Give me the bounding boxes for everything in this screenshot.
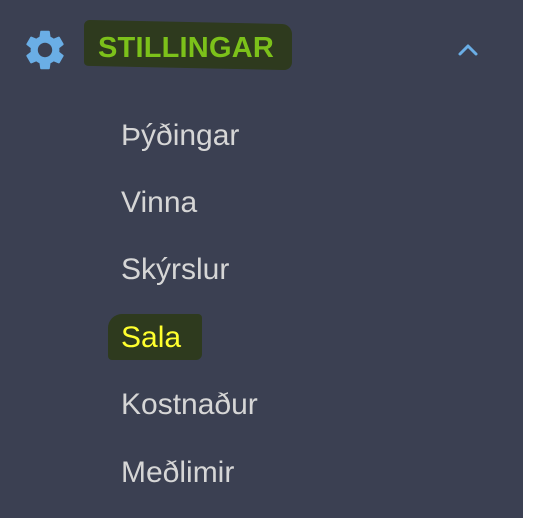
menu-item-label: Skýrslur <box>121 253 230 286</box>
menu-item-label: Vinna <box>121 186 198 219</box>
menu-item-label: Þýðingar <box>121 119 240 152</box>
menu-item-medlimir[interactable]: Meðlimir <box>0 443 523 503</box>
menu-item-label: Meðlimir <box>121 456 235 489</box>
page-background-edge <box>0 518 523 526</box>
menu-item-vinna[interactable]: Vinna <box>0 173 523 233</box>
page-background-edge <box>523 0 533 526</box>
menu-item-kostnadur[interactable]: Kostnaður <box>0 375 523 435</box>
settings-section-header[interactable]: STILLINGAR <box>0 16 523 82</box>
chevron-up-icon[interactable] <box>456 42 480 58</box>
menu-item-label: Kostnaður <box>121 388 258 421</box>
menu-item-thydingar[interactable]: Þýðingar <box>0 106 523 166</box>
gear-icon <box>26 30 64 70</box>
sidebar-panel: STILLINGAR Þýðingar Vinna Skýrslur Sala … <box>0 0 523 518</box>
section-title: STILLINGAR <box>98 32 274 64</box>
menu-item-skyrslur[interactable]: Skýrslur <box>0 240 523 300</box>
menu-item-label: Sala <box>121 321 182 354</box>
menu-item-sala[interactable]: Sala <box>0 308 523 368</box>
